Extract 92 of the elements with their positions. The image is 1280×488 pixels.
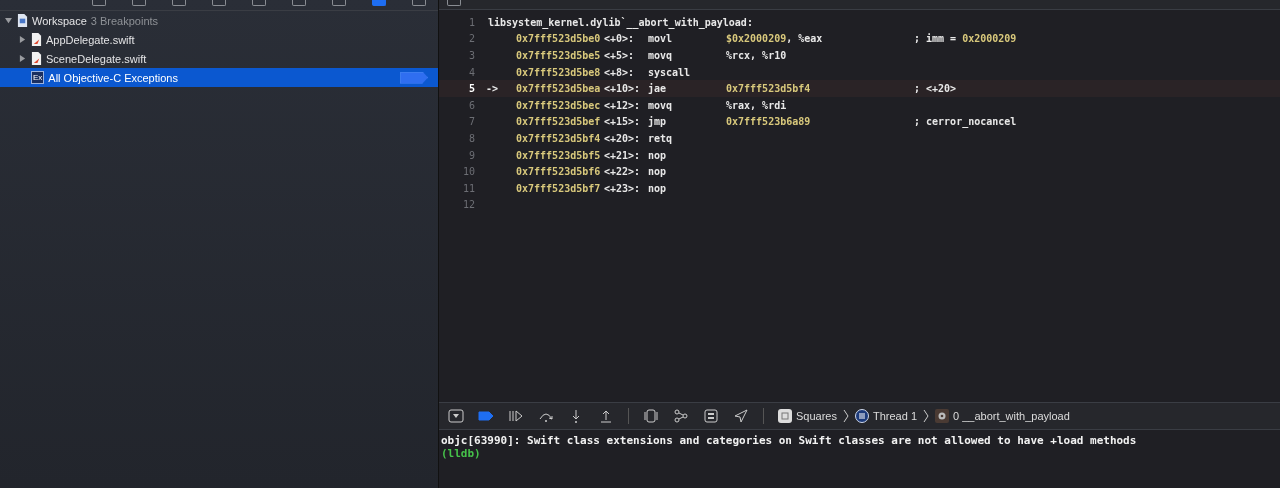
comment: ; <+20> [914, 83, 957, 95]
instruction-offset: <+5>: [604, 50, 636, 61]
grid-icon[interactable] [447, 0, 461, 6]
gear-icon [935, 409, 949, 423]
line-number: 12 [461, 199, 475, 211]
line-number: 5 [467, 83, 475, 95]
instruction-offset: <+15>: [604, 116, 642, 128]
comment: ; imm = 0x2000209 [914, 33, 1017, 45]
line-number: 4 [467, 66, 475, 78]
operands: 0x7fff523b6a89 [726, 116, 811, 128]
line-number: 3 [467, 50, 475, 61]
operands: %rax, %rdi [726, 99, 787, 111]
instruction-offset: <+10>: [604, 83, 642, 95]
line-number: 7 [467, 116, 475, 128]
line-number: 6 [467, 99, 475, 111]
operands: 0x7fff523d5bf4 [726, 83, 811, 95]
instruction-offset: <+0>: [604, 33, 636, 45]
line-number: 2 [467, 33, 475, 45]
function-label: libsystem_kernel.dylib`__abort_with_payload: [488, 16, 753, 28]
exception-icon: Ex [31, 71, 45, 84]
line-number: 1 [467, 16, 475, 28]
line-number: 11 [461, 182, 475, 194]
toolbar-icon[interactable] [172, 0, 186, 6]
mnemonic: nop [648, 149, 668, 161]
chevron-icon [923, 409, 929, 423]
breakpoint-label[interactable]: All Objective-C Exceptions [48, 71, 178, 84]
location-icon[interactable] [733, 409, 749, 423]
instruction-offset: <+8>: [604, 66, 636, 78]
instruction-offset: <+20>: [604, 132, 642, 144]
mnemonic: nop [648, 182, 668, 194]
operands: $0x2000209, %eax [726, 33, 823, 45]
toolbar-icon[interactable] [132, 0, 146, 6]
breadcrumb-item[interactable]: Thread 1 [855, 409, 917, 423]
swift-file-icon [31, 52, 42, 65]
memory-graph-icon[interactable] [673, 409, 689, 423]
mnemonic: syscall [648, 66, 692, 78]
mnemonic: movl [648, 33, 674, 45]
toolbar-icon[interactable] [292, 0, 306, 6]
instruction-address: 0x7fff523d5bf6 [516, 166, 602, 178]
console-line: objc[63990]: Swift class extensions and categories on Swift classes are not allowed to have +load methods [441, 434, 1138, 447]
line-number: 9 [467, 149, 475, 161]
instruction-address: 0x7fff523d5be0 [516, 33, 602, 45]
instruction-offset: <+21>: [604, 149, 642, 161]
instruction-address: 0x7fff523d5bef [516, 116, 602, 128]
chevron-icon [843, 409, 849, 423]
line-number: 10 [461, 166, 475, 178]
line-number: 8 [467, 132, 475, 144]
breadcrumb-item[interactable]: Squares [778, 409, 837, 423]
mnemonic: movq [648, 50, 674, 61]
instruction-address: 0x7fff523d5be5 [516, 50, 602, 61]
mnemonic: nop [648, 166, 668, 178]
hide-console-icon[interactable] [448, 409, 464, 423]
continue-icon[interactable] [508, 409, 524, 423]
swift-file-icon [31, 33, 42, 46]
mnemonic: jmp [648, 116, 668, 128]
breadcrumb-item[interactable]: 0 __abort_with_payload [935, 409, 1070, 423]
breakpoint-label[interactable]: AppDelegate.swift [46, 33, 135, 46]
mnemonic: retq [648, 132, 674, 144]
instruction-address: 0x7fff523d5bf7 [516, 182, 602, 194]
toolbar-icon[interactable] [252, 0, 266, 6]
toolbar-icon[interactable] [92, 0, 106, 6]
environment-overrides-icon[interactable] [703, 409, 719, 423]
toolbar-icon[interactable] [332, 0, 346, 6]
instruction-address: 0x7fff523d5bea [516, 83, 602, 95]
app-icon [778, 409, 792, 423]
instruction-address: 0x7fff523d5be8 [516, 66, 602, 78]
view-hierarchy-icon[interactable] [643, 409, 659, 423]
instruction-address: 0x7fff523d5bec [516, 99, 602, 111]
toolbar-icon[interactable] [212, 0, 226, 6]
thread-icon [855, 409, 869, 423]
breakpoint-toggle[interactable] [400, 71, 428, 84]
instruction-offset: <+22>: [604, 166, 642, 178]
instruction-address: 0x7fff523d5bf5 [516, 149, 602, 161]
step-out-icon[interactable] [598, 409, 614, 423]
workspace-label[interactable]: Workspace [32, 14, 87, 27]
instruction-offset: <+12>: [604, 99, 642, 111]
breakpoint-label[interactable]: SceneDelegate.swift [46, 52, 147, 65]
disclosure-triangle[interactable] [5, 17, 12, 24]
disclosure-triangle[interactable] [19, 55, 26, 62]
breakpoint-count: 3 Breakpoints [90, 14, 159, 27]
toolbar-icon[interactable] [412, 0, 426, 6]
operands: %rcx, %r10 [726, 50, 787, 61]
current-line-marker: -> [486, 83, 499, 95]
mnemonic: movq [648, 99, 674, 111]
disclosure-triangle[interactable] [19, 36, 26, 43]
workspace-icon [17, 14, 28, 27]
mnemonic: jae [648, 83, 668, 95]
instruction-offset: <+23>: [604, 182, 642, 194]
breakpoint-icon[interactable] [478, 409, 494, 423]
instruction-address: 0x7fff523d5bf4 [516, 132, 602, 144]
comment: ; cerror_nocancel [914, 116, 1017, 128]
console-line: (lldb) [441, 447, 482, 460]
